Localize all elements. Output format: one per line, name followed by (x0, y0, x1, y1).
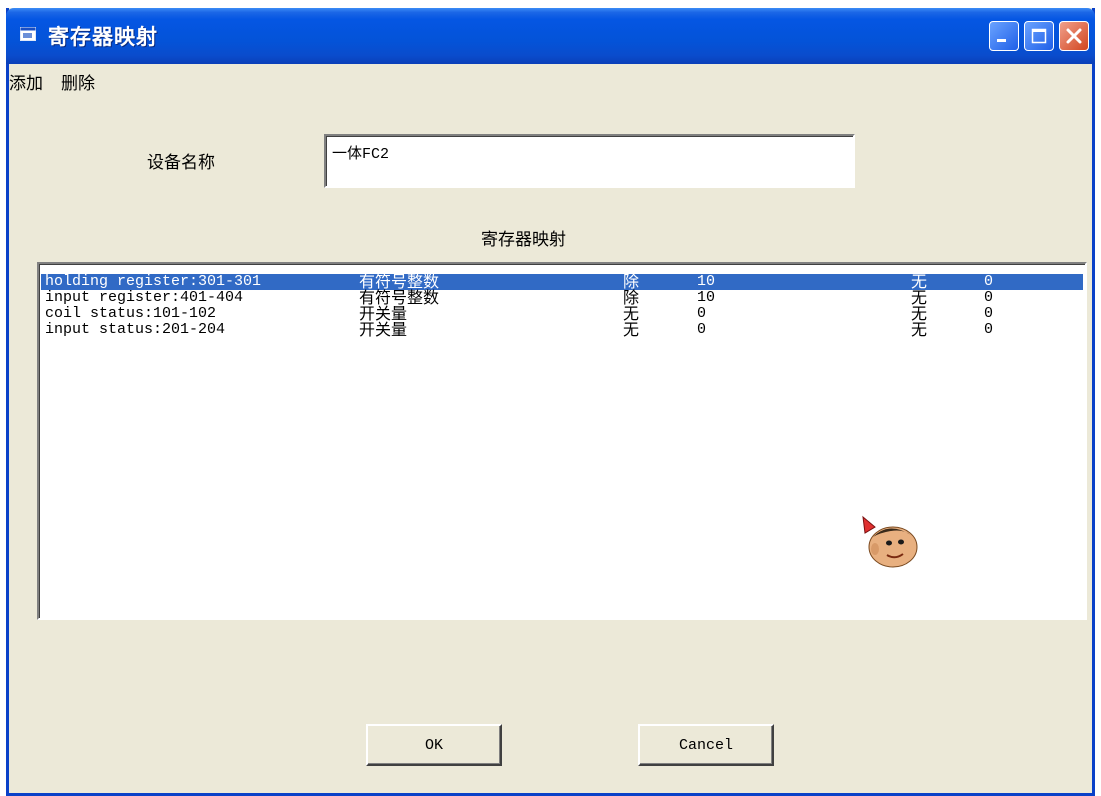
scale-factor: 10 (697, 273, 716, 290)
menu-add[interactable]: 添加 (9, 69, 43, 94)
office-assistant-icon[interactable] (859, 513, 921, 571)
close-icon (1066, 28, 1082, 44)
offset-value: 0 (984, 289, 994, 306)
minimize-button[interactable] (989, 21, 1019, 51)
register-range: coil status:101-102 (45, 305, 217, 322)
register-mapping-window: 寄存器映射 添加 删除 设备名称 一体FC2 寄存器映射 holding reg… (6, 8, 1095, 796)
register-mapping-list[interactable]: holding register:301-301 有符号整数 除 10 无 0 … (37, 262, 1087, 620)
mapping-section-title: 寄存器映射 (481, 230, 566, 250)
maximize-icon (1031, 28, 1047, 44)
close-button[interactable] (1059, 21, 1089, 51)
cancel-button[interactable]: Cancel (638, 724, 774, 766)
scale-operation: 无 (623, 320, 640, 339)
offset-operation: 无 (911, 320, 928, 339)
window-icon (20, 27, 36, 41)
offset-value: 0 (984, 273, 994, 290)
ok-button[interactable]: OK (366, 724, 502, 766)
scale-factor: 0 (697, 321, 707, 338)
register-range: input register:401-404 (45, 289, 244, 306)
minimize-icon (997, 39, 1006, 42)
device-name-field[interactable]: 一体FC2 (324, 134, 855, 188)
menu-bar: 添加 删除 (9, 64, 1092, 94)
list-item[interactable]: input status:201-204 开关量 无 0 无 0 (41, 322, 1083, 338)
offset-value: 0 (984, 321, 994, 338)
device-name-label: 设备名称 (147, 153, 215, 173)
register-range: input status:201-204 (45, 321, 226, 338)
title-bar[interactable]: 寄存器映射 (6, 8, 1095, 64)
scale-factor: 0 (697, 305, 707, 322)
offset-value: 0 (984, 305, 994, 322)
maximize-button[interactable] (1024, 21, 1054, 51)
menu-delete[interactable]: 删除 (61, 69, 95, 94)
scale-factor: 10 (697, 289, 716, 306)
data-type: 开关量 (359, 320, 408, 339)
register-range: holding register:301-301 (45, 273, 262, 290)
window-title: 寄存器映射 (48, 25, 158, 49)
